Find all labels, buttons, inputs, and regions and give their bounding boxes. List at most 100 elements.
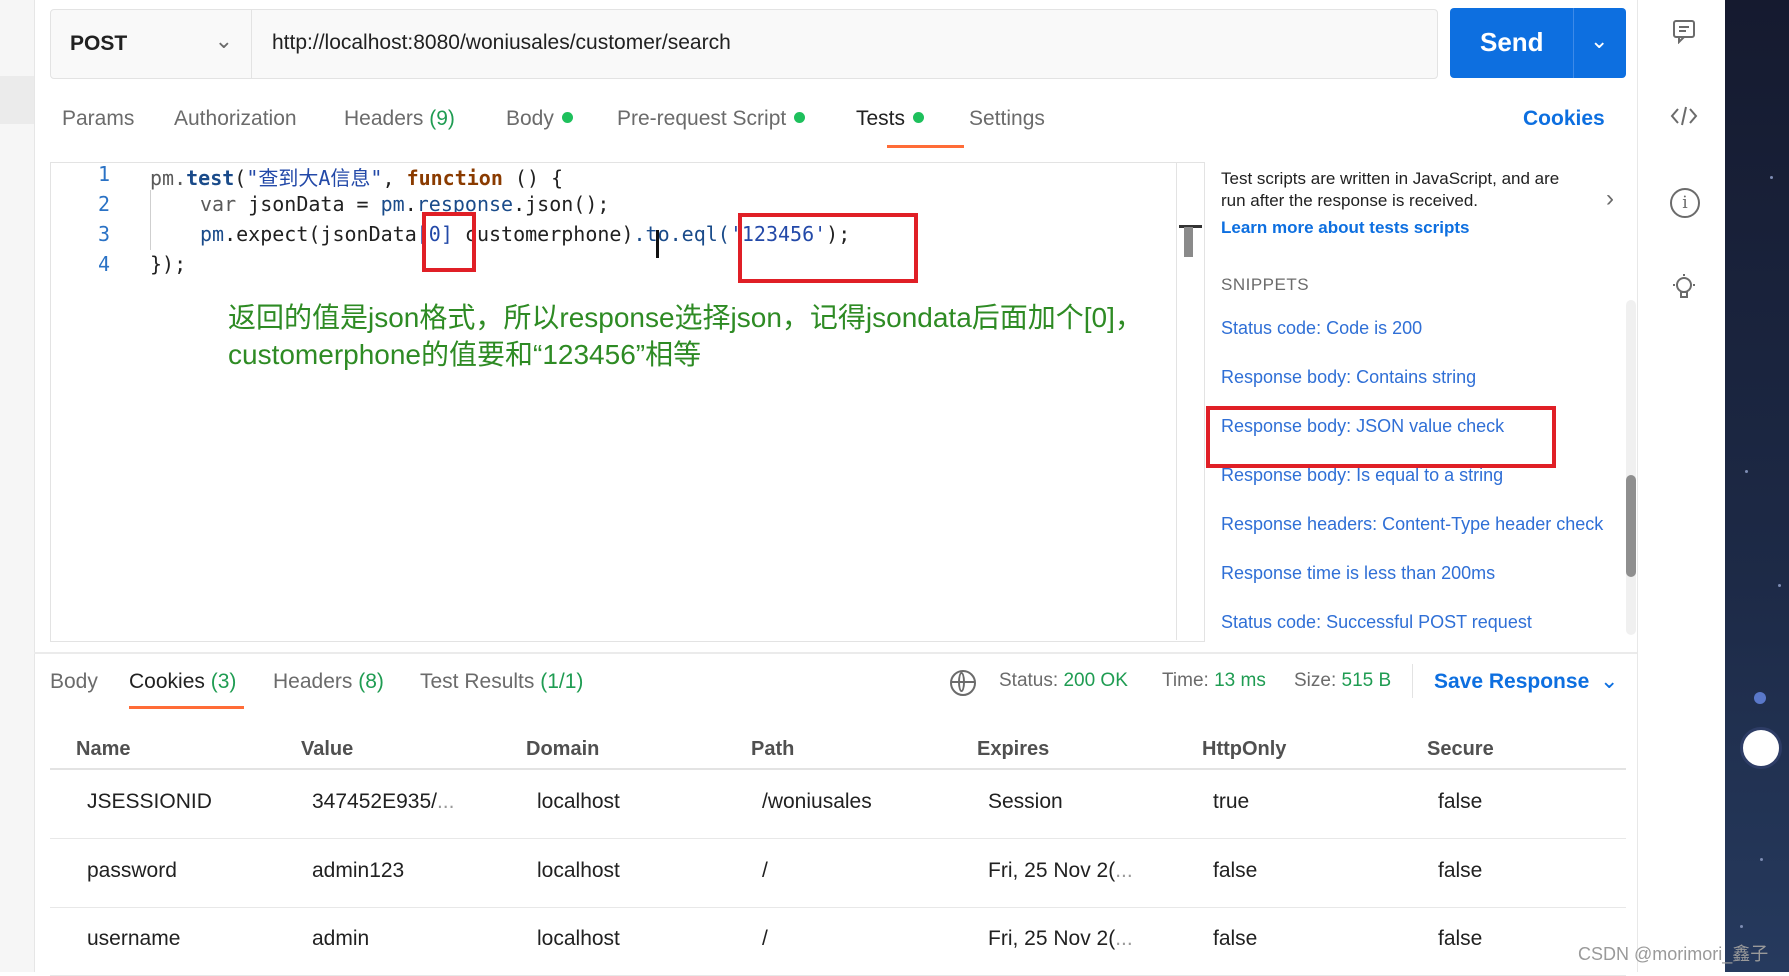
cookie-expires: Session [988,790,1063,813]
method-select[interactable]: POST ⌄ [51,10,252,78]
line-number: 2 [97,192,110,216]
response-divider[interactable] [34,652,1637,654]
tab-tests-label: Tests [856,107,906,130]
save-response-chevron-icon[interactable]: ⌄ [1600,668,1618,694]
response-tab-test-results[interactable]: Test Results (1/1) [420,670,583,694]
table-row[interactable] [50,839,1626,908]
response-tab-headers-label: Headers [273,670,353,693]
annotation-box-snippet [1206,406,1556,468]
comment-icon[interactable] [1669,18,1699,51]
size-label: Size: [1294,670,1337,691]
snippets-scrollbar-track[interactable] [1626,300,1636,635]
code-icon[interactable] [1669,103,1699,136]
left-sidebar-selected[interactable] [0,76,34,124]
response-tab-headers-count: (8) [358,670,384,693]
cookie-expires: Fri, 25 Nov 2(... [988,927,1133,951]
star-decoration [1778,584,1781,587]
ellipsis: ... [436,790,455,813]
save-response-button[interactable]: Save Response [1434,670,1589,694]
tab-settings[interactable]: Settings [969,107,1045,131]
code-token: "查到大A信息" [246,166,383,190]
cookie-expires: Fri, 25 Nov 2(... [988,859,1133,883]
status-readout: Status: 200 OK [999,670,1128,692]
size-readout: Size: 515 B [1294,670,1391,692]
code-line-4: }); [150,252,187,276]
cookies-link[interactable]: Cookies [1523,107,1605,131]
size-value: 515 B [1341,670,1392,691]
annotation-note-line-2: customerphone的值要和“123456”相等 [228,339,702,370]
table-row[interactable] [50,907,1626,976]
globe-icon[interactable] [950,670,976,696]
dark-side-panel [1725,0,1789,972]
send-label: Send [1480,27,1544,57]
response-tab-cookies-count: (3) [210,670,237,693]
cookie-secure: false [1438,927,1483,950]
send-split-divider [1573,8,1574,78]
cookie-expires-text: Fri, 25 Nov 2( [988,859,1116,882]
url-input[interactable]: http://localhost:8080/woniusales/custome… [272,31,731,55]
chevron-down-icon: ⌄ [214,28,233,53]
cookie-name: username [87,927,181,950]
response-tab-test-results-label: Test Results [420,670,535,693]
bulb-icon[interactable] [1669,272,1699,309]
snippets-scrollbar-thumb[interactable] [1626,475,1636,577]
tests-help-text: Test scripts are written in JavaScript, … [1221,169,1560,210]
time-value: 13 ms [1214,670,1266,691]
tab-headers[interactable]: Headers (9) [344,107,455,131]
star-decoration [1740,925,1743,928]
time-readout: Time: 13 ms [1162,670,1266,692]
tab-tests[interactable]: Tests [856,107,925,131]
tab-prerequest-label: Pre-request Script [617,107,787,130]
status-value: 200 OK [1063,670,1128,691]
status-separator [1412,664,1413,698]
tab-body[interactable]: Body [506,107,573,131]
column-header-name: Name [76,738,131,760]
tab-prerequest-script[interactable]: Pre-request Script [617,107,806,131]
collapse-pane-chevron-icon[interactable]: › [1606,185,1614,213]
cookie-name: password [87,859,177,882]
column-header-domain: Domain [526,738,600,760]
code-token: pm. [150,166,187,190]
snippet-item[interactable]: Status code: Successful POST request [1221,612,1532,633]
cookie-value: admin123 [312,859,405,882]
tab-body-label: Body [506,107,554,130]
ellipsis: ... [1115,927,1133,950]
tab-headers-label: Headers [344,107,424,130]
tab-authorization[interactable]: Authorization [174,107,297,131]
code-token: . [404,192,417,216]
request-bar: POST ⌄ http://localhost:8080/woniusales/… [50,9,1438,79]
code-token: ( [234,166,247,190]
snippet-item[interactable]: Response body: Is equal to a string [1221,465,1503,486]
info-icon[interactable]: i [1670,188,1700,218]
snippet-item[interactable]: Response time is less than 200ms [1221,563,1495,584]
send-button[interactable]: Send ⌄ [1450,8,1626,78]
cookie-path: /woniusales [762,790,872,813]
status-dot [561,111,573,123]
dark-panel-handle[interactable] [1740,727,1782,769]
response-tab-headers[interactable]: Headers (8) [273,670,384,694]
code-token: .to.eql( [633,222,730,246]
learn-more-link[interactable]: Learn more about tests scripts [1221,218,1469,238]
response-tab-cookies[interactable]: Cookies (3) [129,670,236,694]
editor-divider [1176,162,1177,640]
snippet-item[interactable]: Status code: Code is 200 [1221,318,1422,339]
snippet-item[interactable]: Response body: Contains string [1221,367,1476,388]
tab-params[interactable]: Params [62,107,134,131]
cookie-value: 347452E935/... [312,790,454,814]
code-token: , [382,166,407,190]
send-options-chevron-icon[interactable]: ⌄ [1590,28,1608,54]
editor-scrollbar-thumb[interactable] [1184,227,1193,257]
code-token: test [186,166,235,190]
indent-guide [150,190,151,250]
code-token: pm [380,192,405,216]
star-decoration [1770,176,1773,179]
snippet-item[interactable]: Response headers: Content-Type header ch… [1221,514,1603,535]
column-header-secure: Secure [1427,738,1494,760]
star-decoration [1760,858,1763,861]
line-number: 1 [97,162,110,186]
response-tab-body[interactable]: Body [50,670,98,694]
active-tab-indicator [887,145,964,148]
star-decoration [1745,470,1748,473]
cookie-domain: localhost [537,790,620,813]
column-header-httponly: HttpOnly [1202,738,1287,760]
